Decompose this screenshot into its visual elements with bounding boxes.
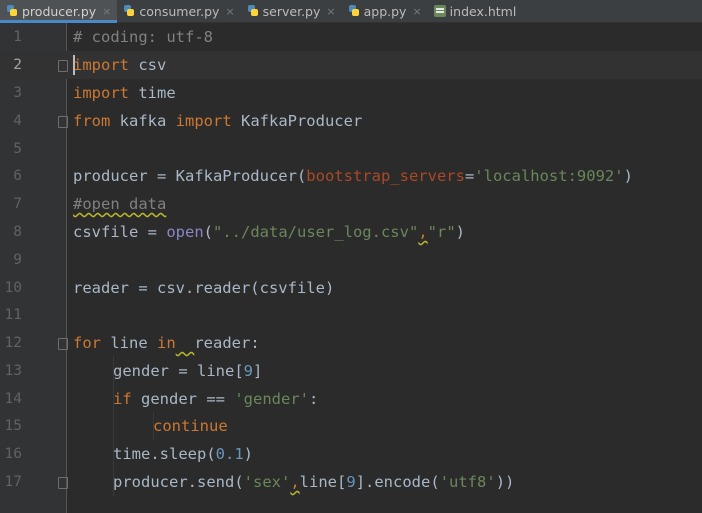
- line-number: 12: [4, 335, 22, 351]
- fold-marker-icon[interactable]: [58, 60, 68, 72]
- line-number: 1: [13, 29, 22, 45]
- code-line-12: for line in reader:: [73, 334, 260, 352]
- code-line-1: # coding: utf-8: [73, 28, 213, 46]
- line-number: 7: [13, 196, 22, 212]
- tab-server-py[interactable]: server.py ×: [241, 0, 342, 22]
- line-number: 8: [13, 224, 22, 240]
- code-line-4: from kafka import KafkaProducer: [73, 112, 363, 130]
- code-line-2: import csv: [73, 56, 167, 74]
- html-file-icon: [433, 5, 446, 17]
- code-line-7: #open data: [73, 195, 167, 213]
- code-line-8: csvfile = open("../data/user_log.csv","r…: [73, 223, 465, 241]
- tab-label: server.py: [262, 3, 321, 19]
- tab-producer-py[interactable]: producer.py ×: [0, 0, 118, 23]
- fold-marker-icon[interactable]: [58, 338, 68, 350]
- tab-label: app.py: [363, 3, 407, 19]
- fold-marker-icon[interactable]: [58, 477, 68, 489]
- tab-label: index.html: [449, 3, 517, 19]
- line-number: 9: [13, 252, 22, 268]
- tab-index-html[interactable]: index.html: [428, 0, 523, 22]
- close-icon[interactable]: ×: [225, 5, 234, 18]
- line-number: 2: [13, 57, 22, 73]
- python-file-icon: [247, 5, 259, 17]
- fold-marker-icon[interactable]: [58, 116, 68, 128]
- tab-label: producer.py: [22, 3, 97, 19]
- line-number: 14: [4, 391, 22, 407]
- code-line-3: import time: [73, 84, 176, 102]
- line-number: 5: [13, 141, 22, 157]
- close-icon[interactable]: ×: [326, 5, 335, 18]
- python-file-icon: [6, 5, 18, 17]
- line-number: 16: [4, 446, 22, 462]
- line-number: 4: [13, 113, 22, 129]
- python-file-icon: [123, 5, 135, 17]
- line-number: 3: [13, 85, 22, 101]
- code-line-15: continue: [153, 417, 228, 435]
- code-line-17: producer.send('sex',line[9].encode('utf8…: [113, 473, 515, 491]
- tab-app-py[interactable]: app.py ×: [342, 0, 428, 22]
- code-line-10: reader = csv.reader(csvfile): [73, 279, 335, 297]
- line-number: 11: [4, 307, 22, 323]
- line-number: 10: [4, 280, 22, 296]
- close-icon[interactable]: ×: [102, 5, 111, 18]
- editor-tab-bar: producer.py × consumer.py × server.py × …: [0, 0, 702, 23]
- code-line-13: gender = line[9]: [113, 362, 263, 380]
- python-file-icon: [348, 5, 360, 17]
- code-line-14: if gender == 'gender':: [113, 390, 319, 408]
- code-line-16: time.sleep(0.1): [113, 445, 253, 463]
- tab-consumer-py[interactable]: consumer.py ×: [117, 0, 240, 22]
- text-caret: [73, 55, 75, 75]
- code-line-6: producer = KafkaProducer(bootstrap_serve…: [73, 167, 633, 185]
- tab-label: consumer.py: [139, 3, 220, 19]
- line-number: 15: [4, 418, 22, 434]
- line-number: 13: [4, 363, 22, 379]
- line-number: 17: [4, 474, 22, 490]
- line-number: 6: [13, 168, 22, 184]
- close-icon[interactable]: ×: [412, 5, 421, 18]
